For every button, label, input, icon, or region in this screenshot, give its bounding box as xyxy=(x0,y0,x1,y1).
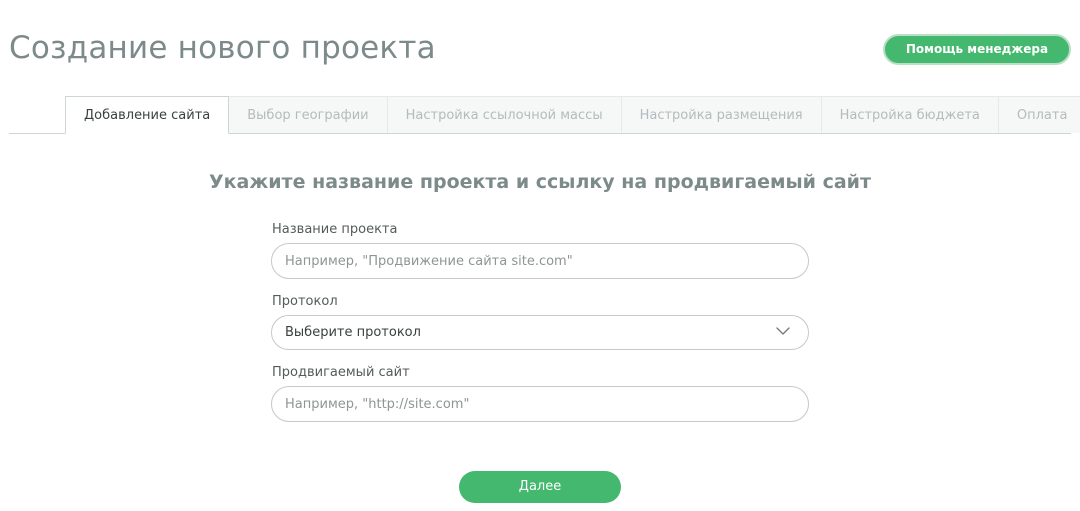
site-url-input[interactable] xyxy=(271,386,809,422)
next-button[interactable]: Далее xyxy=(459,471,621,503)
project-name-input[interactable] xyxy=(271,243,809,279)
create-project-page: Создание нового проекта Помощь менеджера… xyxy=(0,0,1080,511)
tab-placement[interactable]: Настройка размещения xyxy=(621,96,822,133)
wizard-tabs: Добавление сайта Выбор географии Настрой… xyxy=(65,96,1080,134)
tab-budget[interactable]: Настройка бюджета xyxy=(821,96,999,133)
tab-payment[interactable]: Оплата xyxy=(998,96,1080,133)
protocol-select[interactable]: Выберите протокол xyxy=(271,315,809,350)
tab-add-site[interactable]: Добавление сайта xyxy=(65,96,230,134)
protocol-label: Протокол xyxy=(272,294,338,309)
page-title: Создание нового проекта xyxy=(9,30,436,66)
manager-help-button[interactable]: Помощь менеджера xyxy=(883,34,1071,65)
project-name-label: Название проекта xyxy=(272,222,398,237)
chevron-down-icon xyxy=(776,327,790,335)
tab-geography[interactable]: Выбор географии xyxy=(229,96,388,133)
tab-link-mass[interactable]: Настройка ссылочной массы xyxy=(387,96,622,133)
form-heading: Укажите название проекта и ссылку на про… xyxy=(208,171,872,193)
protocol-selected-value: Выберите протокол xyxy=(285,325,421,340)
site-label: Продвигаемый сайт xyxy=(272,365,410,380)
